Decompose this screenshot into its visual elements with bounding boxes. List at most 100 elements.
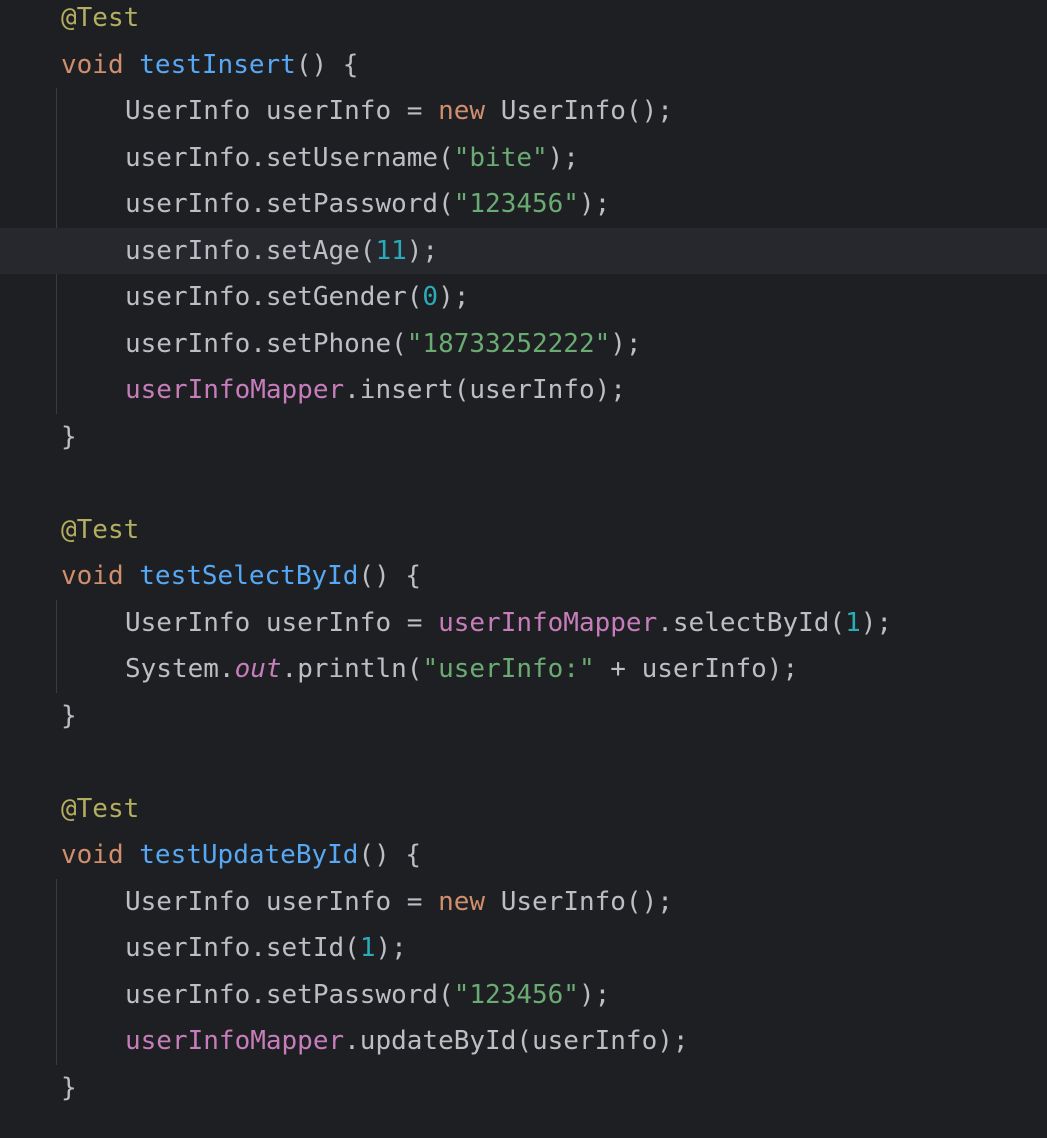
code-line[interactable]: userInfo.setPassword("123456"); — [0, 972, 1047, 1019]
token-plain: UserInfo userInfo = — [125, 886, 439, 917]
code-text: void testInsert() { — [61, 42, 358, 89]
code-text: @Test — [61, 0, 139, 42]
token-number: 11 — [375, 235, 407, 266]
code-line[interactable]: @Test — [0, 0, 1047, 42]
token-plain: UserInfo userInfo = — [125, 607, 439, 638]
code-text: userInfoMapper.updateById(userInfo); — [125, 1018, 689, 1065]
code-line[interactable]: void testSelectById() { — [0, 553, 1047, 600]
token-plain: ); — [438, 282, 470, 312]
token-plain: ); — [578, 189, 611, 219]
token-plain: UserInfo(); — [500, 96, 673, 126]
code-text: void testUpdateById() { — [61, 832, 421, 879]
token-plain: .insert(userInfo); — [344, 375, 626, 405]
token-plain: userInfo.setId( — [125, 933, 360, 963]
token-field: userInfoMapper — [438, 607, 658, 638]
token-string: "123456" — [453, 189, 579, 219]
token-plain: () { — [358, 561, 422, 591]
token-annotation: @Test — [61, 514, 140, 545]
token-plain: userInfo.setAge( — [125, 235, 376, 266]
code-text: userInfo.setPassword("123456"); — [125, 972, 610, 1019]
code-line-current[interactable]: userInfo.setAge(11); — [0, 227, 1047, 275]
token-plain: () { — [358, 840, 422, 870]
token-plain: ); — [547, 142, 579, 173]
token-plain: () { — [295, 49, 359, 80]
token-annotation: @Test — [61, 3, 140, 33]
code-line[interactable]: userInfo.setPhone("18733252222"); — [0, 321, 1047, 368]
code-line[interactable]: void testUpdateById() { — [0, 832, 1047, 879]
token-plain: System. — [125, 654, 235, 684]
token-plain: } — [61, 421, 77, 452]
code-line[interactable]: userInfo.setId(1); — [0, 925, 1047, 972]
code-line[interactable]: } — [0, 1065, 1047, 1112]
token-annotation: @Test — [61, 793, 140, 824]
token-keyword: new — [438, 96, 501, 126]
token-plain: .selectById( — [657, 607, 846, 638]
code-text: UserInfo userInfo = userInfoMapper.selec… — [125, 600, 892, 647]
code-line[interactable]: UserInfo userInfo = userInfoMapper.selec… — [0, 600, 1047, 647]
token-keyword: void — [61, 49, 140, 80]
token-plain: userInfo.setPassword( — [125, 979, 454, 1010]
token-plain: UserInfo userInfo = — [125, 96, 439, 126]
token-string: "123456" — [453, 979, 579, 1010]
code-line[interactable]: } — [0, 414, 1047, 461]
code-line[interactable]: UserInfo userInfo = new UserInfo(); — [0, 879, 1047, 926]
token-keyword: void — [61, 561, 140, 591]
token-number: 1 — [845, 607, 861, 638]
code-line[interactable]: void testInsert() { — [0, 42, 1047, 89]
code-line[interactable]: userInfo.setPassword("123456"); — [0, 181, 1047, 228]
token-number: 1 — [359, 933, 376, 963]
token-method: testInsert — [139, 49, 296, 80]
code-editor[interactable]: @Test void testInsert() {UserInfo userInf… — [0, 0, 1047, 1138]
code-line[interactable]: userInfoMapper.insert(userInfo); — [0, 367, 1047, 414]
code-text: System.out.println("userInfo:" + userInf… — [125, 646, 798, 693]
code-text: userInfo.setUsername("bite"); — [125, 135, 579, 182]
token-plain: } — [61, 700, 77, 731]
token-plain: userInfo.setPassword( — [125, 189, 454, 219]
code-line[interactable]: @Test — [0, 507, 1047, 554]
code-text: userInfo.setPassword("123456"); — [125, 181, 610, 228]
code-text: @Test — [61, 786, 139, 833]
code-text: UserInfo userInfo = new UserInfo(); — [125, 879, 673, 926]
token-plain: } — [61, 1072, 77, 1103]
token-plain: UserInfo(); — [500, 886, 673, 917]
code-line[interactable]: } — [0, 693, 1047, 740]
token-static: out — [234, 654, 282, 684]
code-line[interactable] — [0, 739, 1047, 786]
code-text: userInfo.setGender(0); — [125, 274, 469, 321]
code-text: } — [61, 693, 77, 740]
code-text: @Test — [61, 507, 139, 554]
code-line[interactable]: userInfoMapper.updateById(userInfo); — [0, 1018, 1047, 1065]
token-plain: userInfo.setPhone( — [125, 328, 407, 359]
code-line[interactable]: userInfo.setGender(0); — [0, 274, 1047, 321]
token-number: 0 — [422, 282, 439, 312]
token-field: userInfoMapper — [125, 375, 345, 405]
code-text: } — [61, 414, 77, 461]
token-method: testSelectById — [139, 561, 359, 591]
code-line[interactable]: @Test — [0, 786, 1047, 833]
token-plain: .updateById(userInfo); — [344, 1026, 689, 1056]
code-text: userInfo.setAge(11); — [125, 228, 438, 275]
token-field: userInfoMapper — [125, 1026, 345, 1056]
code-text: } — [61, 1065, 77, 1112]
token-string: "userInfo:" — [422, 654, 595, 684]
token-string: "bite" — [453, 142, 548, 173]
token-method: testUpdateById — [139, 840, 359, 870]
token-plain: ); — [375, 933, 407, 963]
token-plain: ); — [578, 979, 611, 1010]
token-plain: ); — [406, 235, 439, 266]
token-string: "18733252222" — [406, 328, 611, 359]
token-keyword: new — [438, 886, 501, 917]
token-plain: userInfo.setGender( — [125, 282, 423, 312]
code-line[interactable]: System.out.println("userInfo:" + userInf… — [0, 646, 1047, 693]
code-line[interactable] — [0, 460, 1047, 507]
token-plain: .println( — [281, 654, 423, 684]
token-keyword: void — [61, 840, 140, 870]
code-line[interactable]: userInfo.setUsername("bite"); — [0, 135, 1047, 182]
code-text: UserInfo userInfo = new UserInfo(); — [125, 88, 673, 135]
token-plain: ); — [860, 607, 893, 638]
code-text: userInfo.setPhone("18733252222"); — [125, 321, 642, 368]
code-line[interactable]: UserInfo userInfo = new UserInfo(); — [0, 88, 1047, 135]
token-plain: userInfo.setUsername( — [125, 142, 454, 173]
token-plain: + userInfo); — [594, 654, 799, 684]
token-plain: ); — [610, 328, 642, 359]
